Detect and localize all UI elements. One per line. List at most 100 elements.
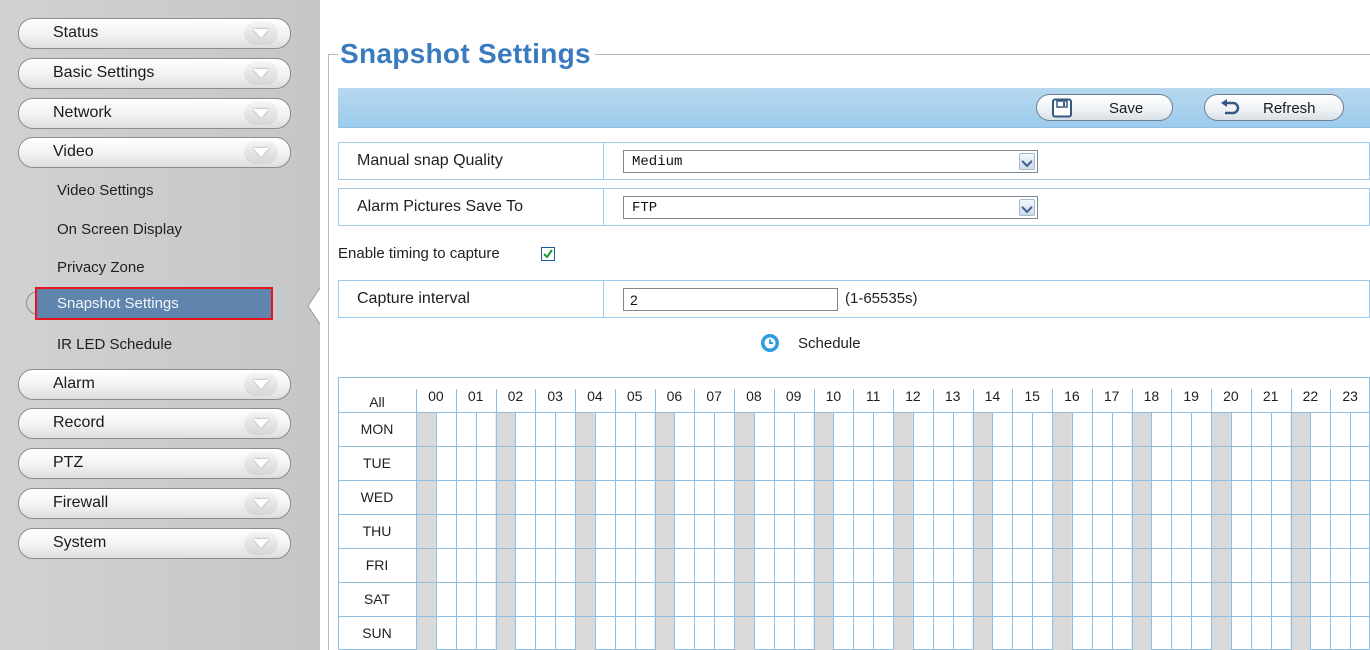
- schedule-grid[interactable]: 00 01 02 03 04 05 06 07 08 09 10 11 12 13 14 15 16 17 18 19…: [338, 377, 1370, 650]
- chevron-down-icon: [244, 141, 278, 164]
- refresh-button[interactable]: Refresh: [1204, 94, 1344, 121]
- menu-network[interactable]: Network: [18, 98, 291, 129]
- menu-record[interactable]: Record: [18, 408, 291, 439]
- submenu-privacy-zone[interactable]: Privacy Zone: [57, 259, 145, 276]
- divider: [603, 281, 604, 317]
- active-pointer-icon: [308, 288, 320, 324]
- hour-label[interactable]: 15: [1024, 388, 1040, 404]
- submenu-ir-led-schedule[interactable]: IR LED Schedule: [57, 336, 172, 353]
- menu-firewall[interactable]: Firewall: [18, 488, 291, 519]
- hour-label[interactable]: 16: [1064, 388, 1080, 404]
- grid-shade: [575, 412, 595, 650]
- hour-label[interactable]: 09: [786, 388, 802, 404]
- menu-alarm[interactable]: Alarm: [18, 369, 291, 400]
- hour-label[interactable]: 13: [945, 388, 961, 404]
- menu-label: System: [53, 534, 107, 551]
- menu-label: Video: [53, 143, 94, 160]
- chevron-down-icon: [244, 373, 278, 396]
- menu-label: Firewall: [53, 494, 109, 511]
- menu-label: Basic Settings: [53, 64, 155, 81]
- alarm-pictures-save-to-select[interactable]: FTP: [623, 196, 1038, 219]
- grid-shade: [1131, 412, 1152, 650]
- submenu-video-settings[interactable]: Video Settings: [57, 182, 153, 199]
- day-label[interactable]: MON: [361, 421, 394, 437]
- submenu-label: Snapshot Settings: [57, 295, 179, 312]
- enable-timing-checkbox[interactable]: [541, 247, 555, 261]
- checkmark-icon: [543, 249, 553, 259]
- alarm-pictures-save-to-row: Alarm Pictures Save To FTP: [338, 188, 1370, 226]
- chevron-down-icon: [244, 492, 278, 515]
- hour-label[interactable]: 01: [468, 388, 484, 404]
- main-panel: Snapshot Settings Save Refresh Manual sn…: [320, 0, 1370, 650]
- all-toggle[interactable]: All: [369, 394, 385, 410]
- hour-label[interactable]: 12: [905, 388, 921, 404]
- hour-label[interactable]: 20: [1223, 388, 1239, 404]
- grid-shade: [1290, 412, 1311, 650]
- menu-label: Alarm: [53, 375, 95, 392]
- hour-label[interactable]: 11: [866, 388, 881, 404]
- day-label[interactable]: THU: [363, 523, 392, 539]
- chevron-down-icon: [244, 102, 278, 125]
- toolbar: Save Refresh: [338, 88, 1370, 128]
- hour-label[interactable]: 07: [706, 388, 722, 404]
- menu-ptz[interactable]: PTZ: [18, 448, 291, 479]
- menu-label: Status: [53, 24, 99, 41]
- day-label[interactable]: SUN: [362, 625, 392, 641]
- grid-shade: [416, 412, 436, 650]
- day-label[interactable]: TUE: [363, 455, 391, 471]
- hour-label[interactable]: 14: [985, 388, 1001, 404]
- capture-interval-input[interactable]: [623, 288, 838, 311]
- hour-label[interactable]: 21: [1263, 388, 1279, 404]
- hour-label[interactable]: 19: [1183, 388, 1199, 404]
- grid-shade: [1052, 412, 1072, 650]
- day-label[interactable]: SAT: [364, 591, 391, 607]
- menu-label: Network: [53, 104, 112, 121]
- day-label[interactable]: WED: [361, 489, 394, 505]
- clock-icon: [761, 334, 779, 352]
- capture-interval-label: Capture interval: [357, 290, 470, 307]
- menu-system[interactable]: System: [18, 528, 291, 559]
- manual-snap-quality-label: Manual snap Quality: [357, 152, 503, 169]
- menu-status[interactable]: Status: [18, 18, 291, 49]
- select-value: Medium: [632, 154, 683, 170]
- hour-label[interactable]: 00: [428, 388, 444, 404]
- schedule-grid-svg[interactable]: 00 01 02 03 04 05 06 07 08 09 10 11 12 13 14 15 16 17 18 19…: [338, 377, 1370, 650]
- chevron-down-icon[interactable]: [1019, 153, 1035, 170]
- divider: [603, 143, 604, 179]
- schedule-label: Schedule: [798, 335, 861, 352]
- floppy-disk-icon: [1052, 98, 1072, 118]
- hour-label[interactable]: 17: [1104, 388, 1120, 404]
- chevron-down-icon[interactable]: [1019, 199, 1035, 216]
- capture-interval-row: Capture interval (1-65535s): [338, 280, 1370, 318]
- hour-label[interactable]: 03: [547, 388, 563, 404]
- hour-label[interactable]: 23: [1342, 388, 1358, 404]
- refresh-label: Refresh: [1263, 100, 1316, 117]
- menu-basic-settings[interactable]: Basic Settings: [18, 58, 291, 89]
- hour-label[interactable]: 02: [508, 388, 524, 404]
- submenu-snapshot-settings[interactable]: Snapshot Settings: [35, 287, 273, 320]
- divider: [603, 189, 604, 225]
- hour-label[interactable]: 22: [1303, 388, 1319, 404]
- menu-video[interactable]: Video: [18, 137, 291, 168]
- grid-shade: [893, 412, 913, 650]
- submenu-on-screen-display[interactable]: On Screen Display: [57, 221, 182, 238]
- save-button[interactable]: Save: [1036, 94, 1173, 121]
- manual-snap-quality-row: Manual snap Quality Medium: [338, 142, 1370, 180]
- chevron-down-icon: [244, 412, 278, 435]
- enable-timing-row: Enable timing to capture: [338, 245, 555, 267]
- hour-label[interactable]: 05: [627, 388, 643, 404]
- sidebar: Status Basic Settings Network Video Vide…: [0, 0, 320, 650]
- chevron-down-icon: [244, 62, 278, 85]
- alarm-pictures-save-to-label: Alarm Pictures Save To: [357, 198, 523, 215]
- hour-label[interactable]: 18: [1144, 388, 1160, 404]
- hour-label[interactable]: 06: [667, 388, 683, 404]
- manual-snap-quality-select[interactable]: Medium: [623, 150, 1038, 173]
- hour-label[interactable]: 04: [587, 388, 603, 404]
- hour-label[interactable]: 10: [826, 388, 842, 404]
- page-title: Snapshot Settings: [338, 38, 595, 70]
- chevron-down-icon: [244, 22, 278, 45]
- grid-shade: [654, 412, 675, 650]
- day-label[interactable]: FRI: [366, 557, 389, 573]
- hour-label[interactable]: 08: [746, 388, 762, 404]
- grid-shade: [495, 412, 516, 650]
